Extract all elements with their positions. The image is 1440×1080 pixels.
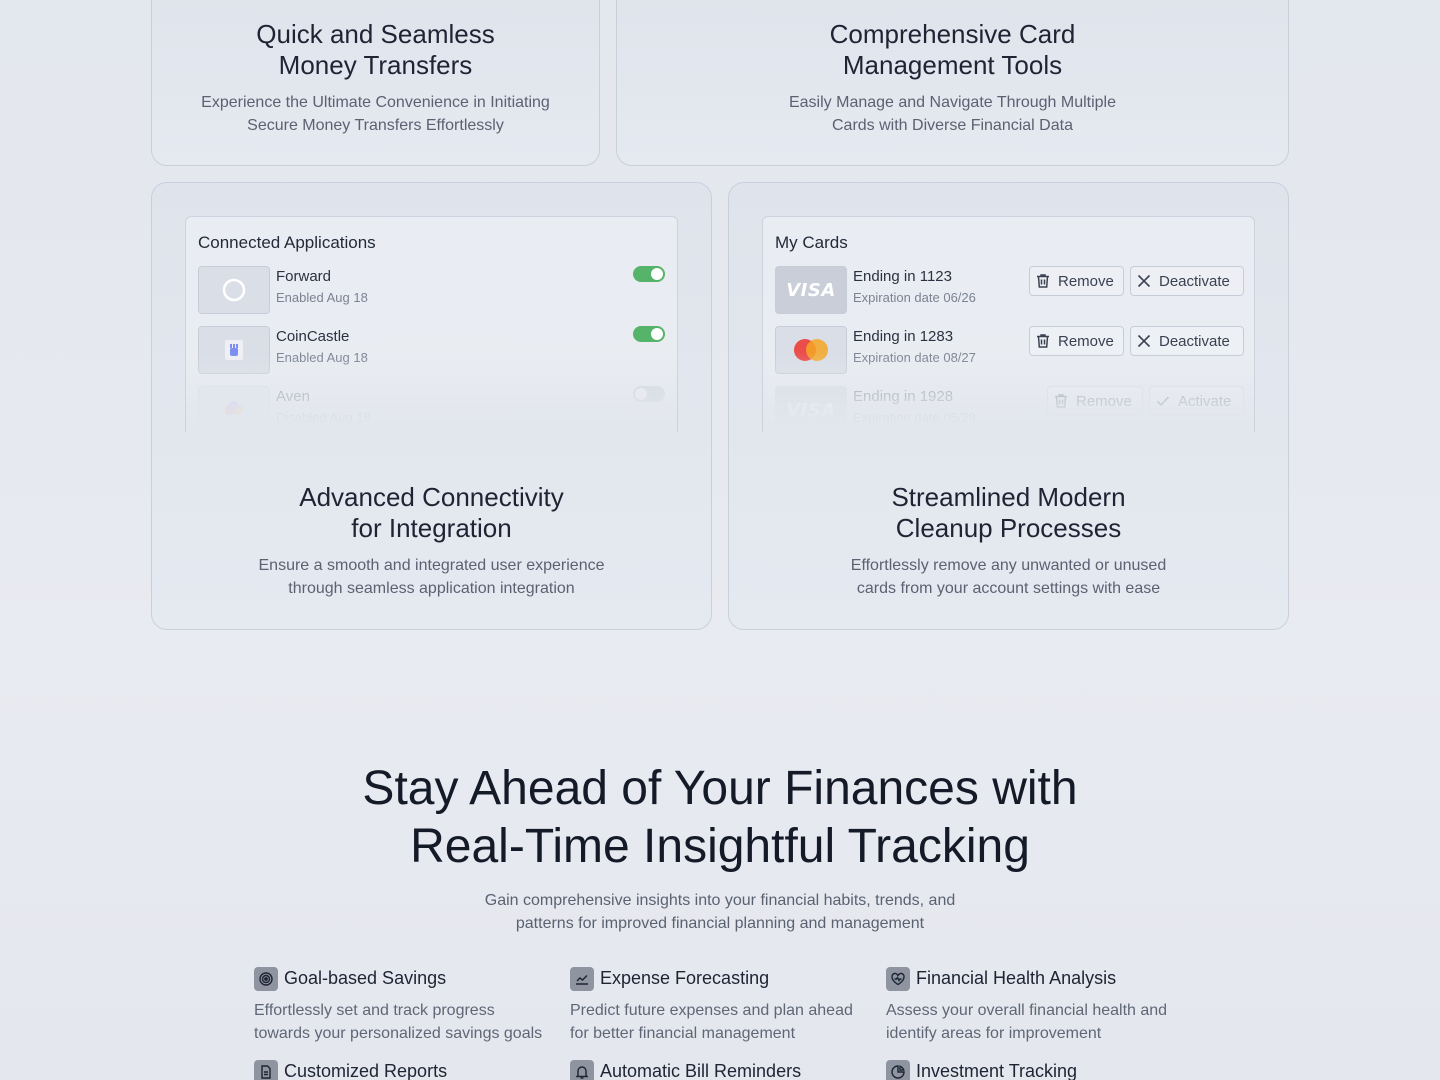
- app-name: Aven: [276, 388, 310, 405]
- feature-title: Automatic Bill Reminders: [600, 1061, 802, 1080]
- card-expiry: Expiration date 08/27: [853, 350, 976, 365]
- connected-apps-panel: Connected Applications Forward Enabled A…: [185, 216, 678, 432]
- visa-logo-icon: VISA: [775, 386, 847, 432]
- card-ending: Ending in 1123: [853, 268, 952, 285]
- feature-card-tools: Comprehensive Card Management Tools Easil…: [616, 0, 1289, 166]
- deactivate-card-button[interactable]: Deactivate: [1130, 266, 1244, 296]
- feature-card-cleanup: My Cards VISA Ending in 1123 Expiration …: [728, 182, 1289, 630]
- card-title: Advanced Connectivity for Integration: [299, 482, 564, 543]
- feature-title: Customized Reports: [284, 1061, 448, 1080]
- app-status: Disabled Aug 18: [276, 410, 371, 425]
- card-title: Comprehensive Card Management Tools: [829, 19, 1076, 80]
- my-cards-panel: My Cards VISA Ending in 1123 Expiration …: [762, 216, 1255, 432]
- mastercard-logo-icon: [775, 326, 847, 374]
- close-icon: [1135, 332, 1153, 350]
- remove-card-button[interactable]: Remove: [1029, 326, 1124, 356]
- section-subheadline: Gain comprehensive insights into your fi…: [484, 892, 956, 932]
- app-toggle-coincastle[interactable]: [633, 326, 665, 342]
- app-logo: [198, 326, 270, 374]
- card-ending: Ending in 1928: [853, 388, 954, 405]
- app-toggle-aven[interactable]: [633, 386, 665, 402]
- app-toggle-forward[interactable]: [633, 266, 665, 282]
- visa-logo-icon: VISA: [775, 266, 847, 314]
- activate-card-button[interactable]: Activate: [1149, 386, 1244, 416]
- card-description: Experience the Ultimate Convenience in I…: [201, 94, 550, 134]
- feature-card-connectivity: Connected Applications Forward Enabled A…: [151, 182, 712, 630]
- app-logo: [198, 386, 270, 432]
- card-row-1283: Ending in 1283 Expiration date 08/27 Rem…: [775, 326, 1244, 374]
- trash-icon: [1052, 392, 1070, 410]
- trash-icon: [1034, 272, 1052, 290]
- aven-logo-icon: [225, 401, 243, 415]
- report-icon: [254, 1060, 278, 1080]
- feature-title: Investment Tracking: [916, 1061, 1078, 1080]
- deactivate-card-button[interactable]: Deactivate: [1130, 326, 1244, 356]
- card-title: Streamlined Modern Cleanup Processes: [891, 482, 1126, 543]
- forward-logo-icon: [222, 278, 246, 302]
- feature-title: Expense Forecasting: [600, 968, 770, 988]
- remove-card-button[interactable]: Remove: [1047, 386, 1143, 416]
- card-row-1123: VISA Ending in 1123 Expiration date 06/2…: [775, 266, 1244, 314]
- app-row-forward: Forward Enabled Aug 18: [198, 266, 665, 314]
- panel-title: Connected Applications: [198, 233, 376, 252]
- card-description: Ensure a smooth and integrated user expe…: [258, 557, 605, 597]
- check-icon: [1154, 392, 1172, 410]
- card-description: Easily Manage and Navigate Through Multi…: [788, 94, 1116, 134]
- feature-title: Goal-based Savings: [284, 968, 447, 988]
- app-name: CoinCastle: [276, 328, 350, 345]
- card-expiry: Expiration date 05/29: [853, 410, 976, 425]
- chart-line-icon: [570, 967, 594, 991]
- card-row-1928: VISA Ending in 1928 Expiration date 05/2…: [775, 386, 1244, 432]
- card-expiry: Expiration date 06/26: [853, 290, 976, 305]
- feature-card-transfers: Quick and Seamless Money Transfers Experi…: [151, 0, 600, 166]
- bell-icon: [570, 1060, 594, 1080]
- feature-description: Assess your overall financial health and…: [886, 1002, 1168, 1042]
- app-status: Enabled Aug 18: [276, 350, 368, 365]
- feature-description: Effortlessly set and track progress towar…: [254, 1002, 543, 1042]
- app-status: Enabled Aug 18: [276, 290, 368, 305]
- app-row-coincastle: CoinCastle Enabled Aug 18: [198, 326, 665, 374]
- remove-card-button[interactable]: Remove: [1029, 266, 1124, 296]
- heart-pulse-icon: [886, 967, 910, 991]
- card-description: Effortlessly remove any unwanted or unus…: [850, 557, 1167, 597]
- trash-icon: [1034, 332, 1052, 350]
- close-icon: [1135, 272, 1153, 290]
- feature-description: Predict future expenses and plan ahead fo…: [570, 1002, 853, 1042]
- app-name: Forward: [276, 268, 332, 285]
- feature-title: Financial Health Analysis: [916, 968, 1117, 988]
- section-headline: Stay Ahead of Your Finances with Real-Tim…: [362, 762, 1078, 873]
- target-icon: [254, 967, 278, 991]
- coincastle-logo-icon: [225, 340, 243, 360]
- card-ending: Ending in 1283: [853, 328, 954, 345]
- card-title: Quick and Seamless Money Transfers: [256, 19, 495, 80]
- panel-title: My Cards: [775, 233, 848, 252]
- app-row-aven: Aven Disabled Aug 18: [198, 386, 665, 432]
- app-logo: [198, 266, 270, 314]
- pie-chart-icon: [886, 1060, 910, 1080]
